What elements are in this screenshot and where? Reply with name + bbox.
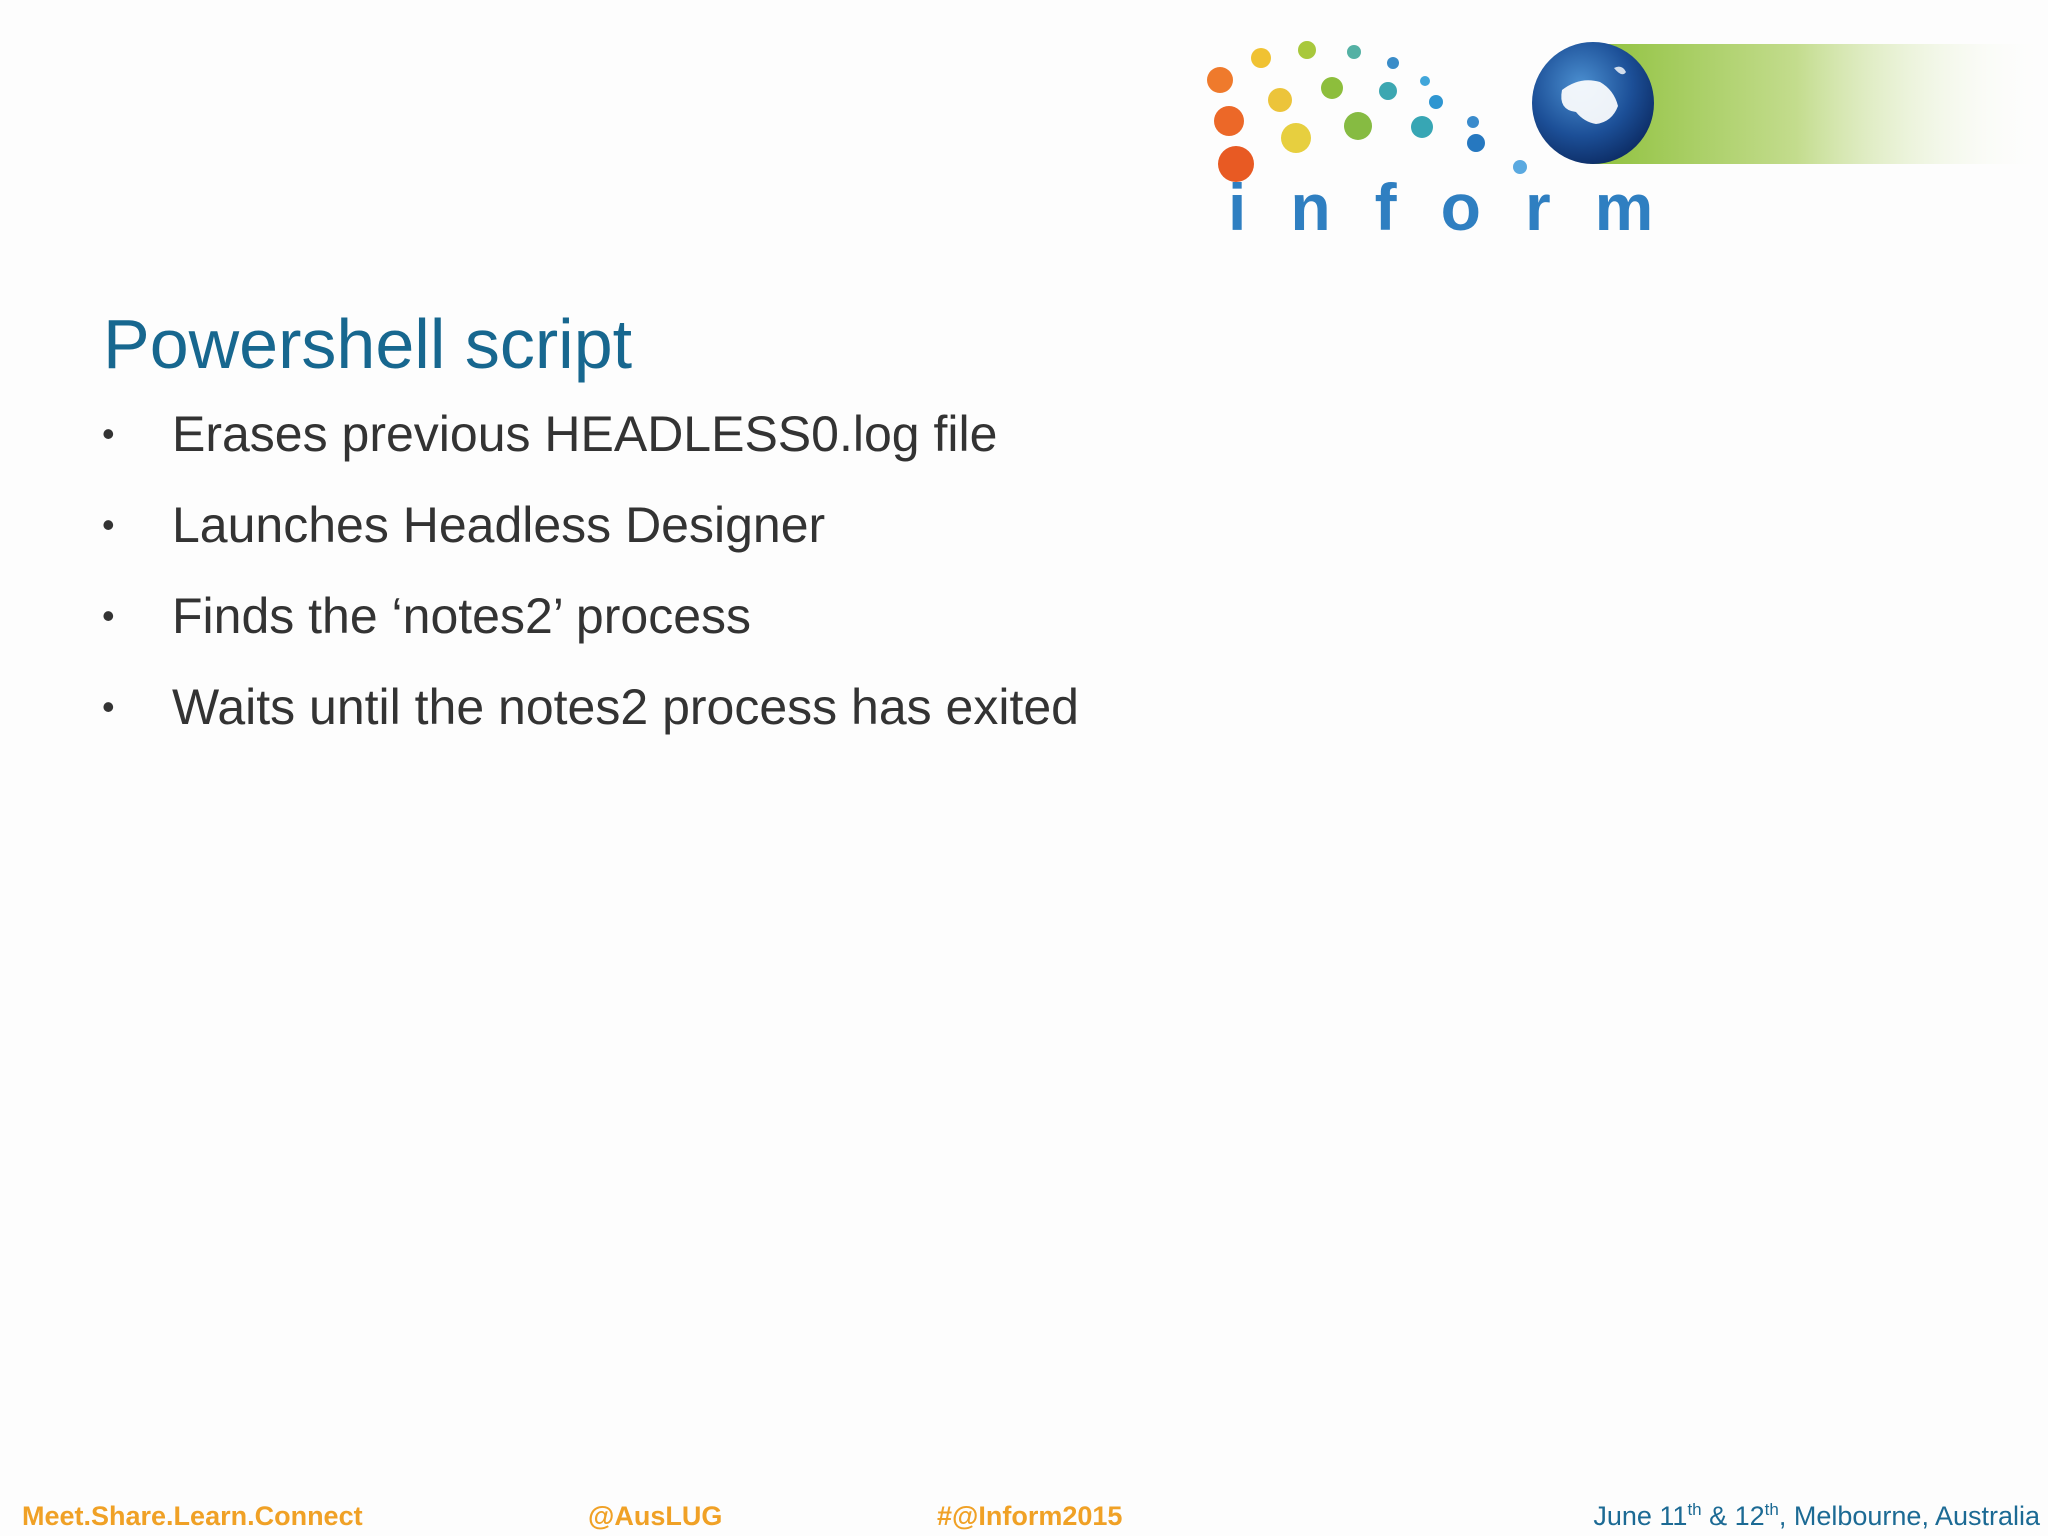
footer-hashtag: #@Inform2015 (937, 1501, 1123, 1531)
bullet-text: Finds the ‘notes2’ process (172, 588, 752, 644)
inform-logo: inform (1207, 41, 2048, 244)
bullet-text: Erases previous HEADLESS0.log file (172, 406, 998, 462)
event-date-1-suffix: th (1687, 1500, 1702, 1519)
bullet-icon: • (102, 686, 115, 727)
bullet-icon: • (102, 504, 115, 545)
event-location: , Melbourne, Australia (1778, 1501, 2040, 1531)
bullet-text: Launches Headless Designer (172, 497, 826, 553)
logo-wordmark: inform (1228, 170, 1697, 244)
event-date-2-suffix: th (1764, 1500, 1779, 1519)
slide-title: Powershell script (103, 305, 633, 383)
footer-event-info: June 11th & 12th, Melbourne, Australia (1593, 1496, 2040, 1536)
footer: Meet.Share.Learn.Connect @AusLUG #@Infor… (0, 1496, 2048, 1536)
event-date-2: & 12 (1701, 1501, 1765, 1531)
logo-dots (1207, 41, 1527, 182)
footer-tagline: Meet.Share.Learn.Connect (22, 1501, 363, 1531)
bullet-text: Waits until the notes2 process has exite… (172, 679, 1079, 735)
event-date-1: June 11 (1593, 1501, 1688, 1531)
slide: inform Powershell script • Erases previo… (0, 0, 2048, 1536)
bullet-icon: • (102, 595, 115, 636)
footer-twitter-handle: @AusLUG (588, 1501, 723, 1531)
bullet-icon: • (102, 413, 115, 454)
